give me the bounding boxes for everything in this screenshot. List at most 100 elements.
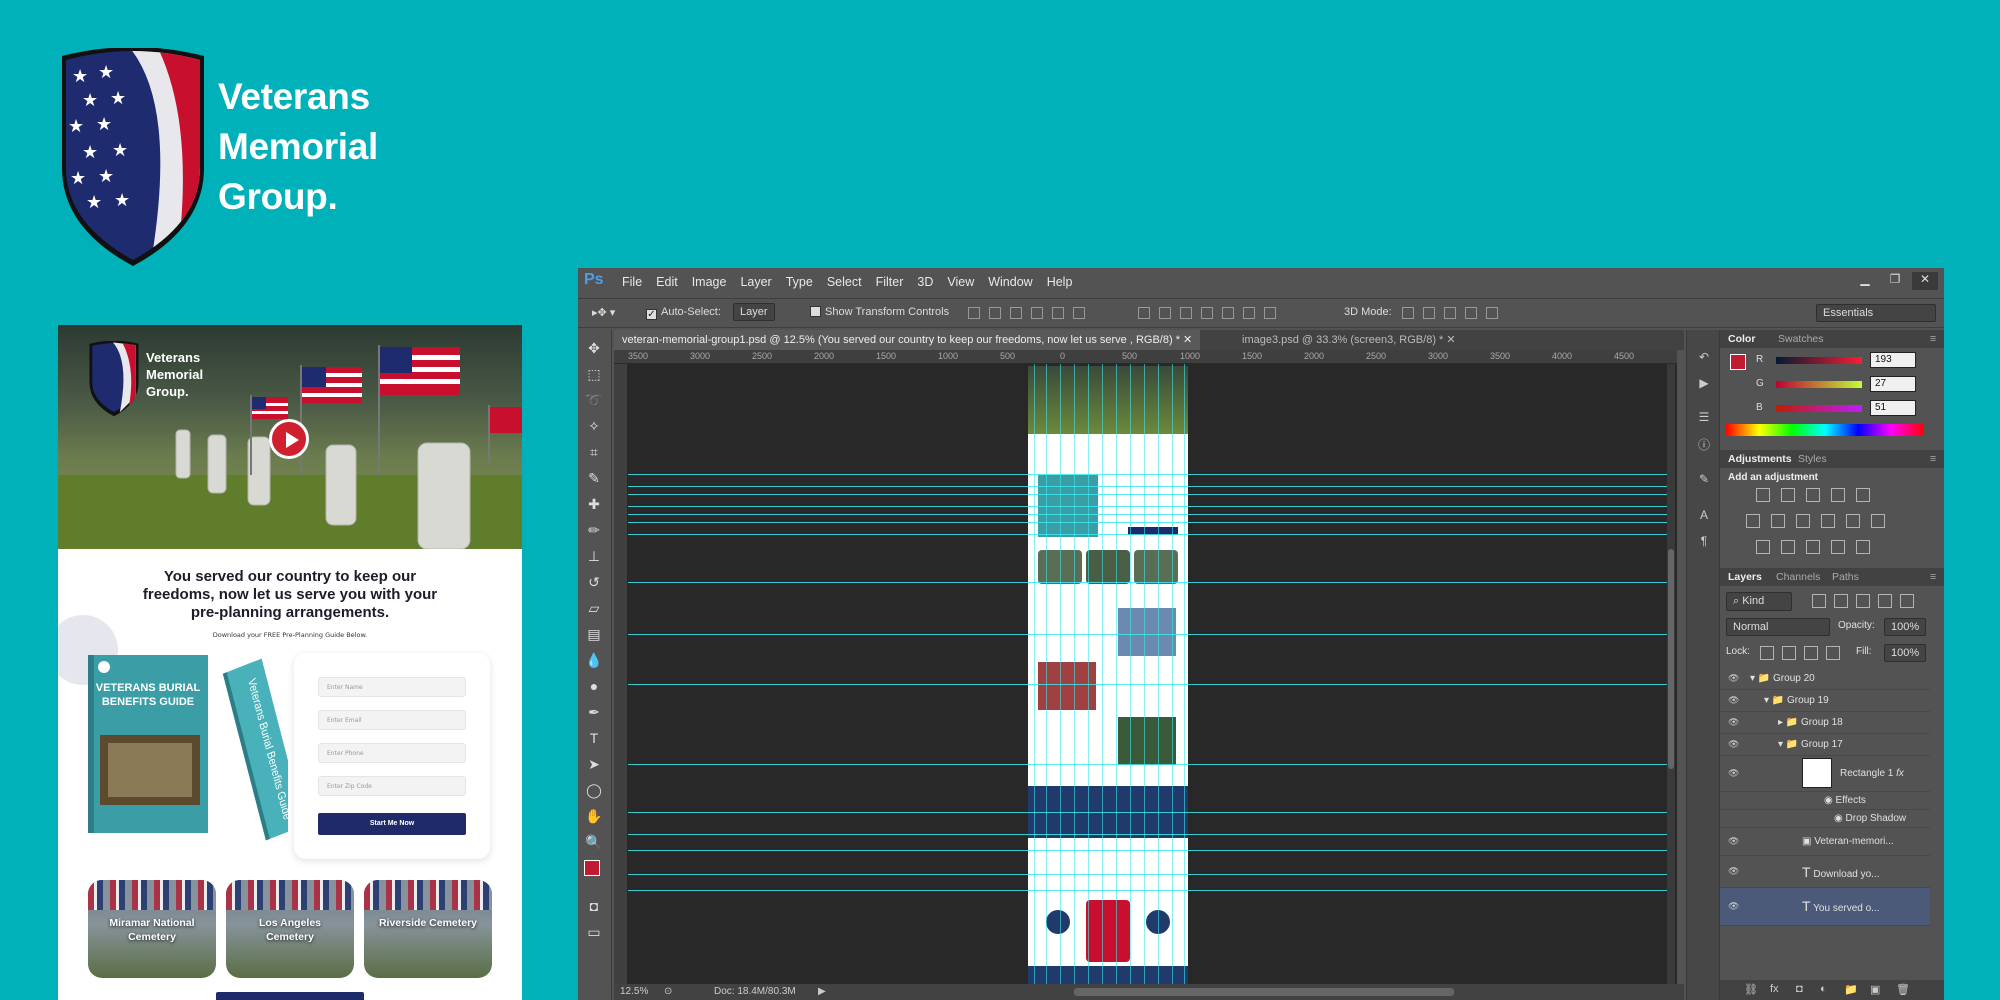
align-bottom-icon[interactable] — [1010, 307, 1022, 319]
align-top-icon[interactable] — [968, 307, 980, 319]
minimize-icon[interactable]: ▁ — [1852, 272, 1878, 290]
blur-tool-icon[interactable]: 💧 — [584, 650, 604, 670]
distribute-hcenter-icon[interactable] — [1222, 307, 1234, 319]
move-tool-icon[interactable]: ▸✥ ▾ — [592, 306, 615, 319]
magic-wand-tool-icon[interactable]: ✧ — [584, 416, 604, 436]
link-layers-icon[interactable]: ⛓ — [1744, 983, 1758, 996]
new-group-icon[interactable]: 📁 — [1844, 983, 1858, 996]
filter-pixel-icon[interactable] — [1812, 594, 1826, 608]
filter-smart-object-icon[interactable] — [1900, 594, 1914, 608]
distribute-top-icon[interactable] — [1138, 307, 1150, 319]
menu-type[interactable]: Type — [786, 275, 813, 289]
play-video-button[interactable] — [269, 419, 309, 459]
cemetery-card-riverside[interactable]: Riverside Cemetery — [364, 880, 492, 978]
fill-field[interactable]: 100% — [1884, 644, 1927, 662]
paragraph-panel-icon[interactable]: ¶ — [1695, 534, 1713, 550]
align-vcenter-icon[interactable] — [989, 307, 1001, 319]
new-fill-layer-icon[interactable]: ◐ — [1820, 983, 1827, 995]
menu-view[interactable]: View — [947, 275, 974, 289]
scroll-thumb[interactable] — [1668, 549, 1674, 769]
zoom-level[interactable]: 12.5% — [620, 986, 648, 997]
panel-menu-icon[interactable]: ≡ — [1930, 453, 1936, 465]
align-icons[interactable] — [968, 307, 1085, 319]
layer-effects-row[interactable]: ◉ Effects — [1720, 792, 1930, 810]
healing-brush-tool-icon[interactable]: ✚ — [584, 494, 604, 514]
blue-value[interactable]: 51 — [1870, 400, 1916, 416]
screen-mode-icon[interactable]: ▭ — [584, 922, 604, 942]
layer-row-group-19[interactable]: 👁 ▾ 📁 Group 19 — [1720, 690, 1930, 712]
info-panel-icon[interactable]: ⓘ — [1695, 436, 1713, 452]
ellipse-tool-icon[interactable]: ◯ — [584, 780, 604, 800]
color-spectrum[interactable] — [1726, 424, 1924, 436]
move-tool-icon[interactable]: ✥ — [584, 338, 604, 358]
tab-styles[interactable]: Styles — [1798, 453, 1827, 465]
black-white-icon[interactable] — [1796, 514, 1810, 528]
brush-panel-icon[interactable]: ✎ — [1695, 472, 1713, 488]
menu-edit[interactable]: Edit — [656, 275, 678, 289]
exposure-icon[interactable] — [1831, 488, 1845, 502]
hue-saturation-icon[interactable] — [1746, 514, 1760, 528]
visibility-eye-icon[interactable]: 👁 — [1728, 739, 1740, 749]
history-panel-icon[interactable]: ↶ — [1695, 350, 1713, 366]
name-field[interactable]: Enter Name — [318, 677, 466, 697]
opacity-field[interactable]: 100% — [1884, 618, 1927, 636]
3d-scale-icon[interactable] — [1486, 307, 1498, 319]
quick-mask-icon[interactable]: ◘ — [584, 896, 604, 916]
blue-slider[interactable]: B 51 — [1730, 400, 1936, 416]
panel-menu-icon[interactable]: ≡ — [1930, 571, 1936, 583]
distribute-vcenter-icon[interactable] — [1159, 307, 1171, 319]
3d-mode-icons[interactable] — [1402, 307, 1498, 319]
clone-stamp-tool-icon[interactable]: ⊥ — [584, 546, 604, 566]
levels-icon[interactable] — [1781, 488, 1795, 502]
workspace-dropdown[interactable]: Essentials — [1816, 304, 1936, 322]
zoom-tool-icon[interactable]: 🔍 — [584, 832, 604, 852]
green-value[interactable]: 27 — [1870, 376, 1916, 392]
dodge-tool-icon[interactable]: ● — [584, 676, 604, 696]
type-tool-icon[interactable]: T — [584, 728, 604, 748]
menu-filter[interactable]: Filter — [876, 275, 904, 289]
auto-align-icon[interactable] — [1264, 307, 1276, 319]
brightness-icon[interactable] — [1756, 488, 1770, 502]
add-style-icon[interactable]: fx — [1770, 983, 1779, 995]
green-track[interactable] — [1776, 381, 1862, 388]
visibility-eye-icon[interactable]: 👁 — [1728, 901, 1740, 911]
posterize-icon[interactable] — [1781, 540, 1795, 554]
visibility-eye-icon[interactable]: 👁 — [1728, 768, 1740, 778]
foreground-color-swatch[interactable] — [584, 860, 600, 876]
align-left-icon[interactable] — [1031, 307, 1043, 319]
delete-layer-icon[interactable]: 🗑 — [1896, 983, 1910, 996]
layer-row-download-text[interactable]: 👁 T Download yo... — [1720, 856, 1930, 888]
blend-mode-dropdown[interactable]: Normal — [1726, 618, 1830, 636]
cemetery-card-los-angeles[interactable]: Los Angeles Cemetery — [226, 880, 354, 978]
phone-field[interactable]: Enter Phone — [318, 743, 466, 763]
menu-3d[interactable]: 3D — [917, 275, 933, 289]
visibility-eye-icon[interactable]: 👁 — [1728, 717, 1740, 727]
hand-tool-icon[interactable]: ✋ — [584, 806, 604, 826]
tab-channels[interactable]: Channels — [1776, 571, 1820, 583]
document-canvas[interactable]: 3500 3000 2500 2000 1500 1000 500 0 500 … — [614, 350, 1677, 984]
horizontal-scrollbar[interactable] — [1074, 988, 1454, 996]
menu-file[interactable]: File — [622, 275, 642, 289]
lock-transparent-icon[interactable] — [1760, 646, 1774, 660]
lock-position-icon[interactable] — [1804, 646, 1818, 660]
menu-window[interactable]: Window — [988, 275, 1032, 289]
layer-row-veteran-memorial[interactable]: 👁 ▣ Veteran-memori... — [1720, 828, 1930, 856]
close-icon[interactable]: ✕ — [1912, 272, 1938, 290]
tab-layers[interactable]: Layers — [1728, 571, 1762, 583]
tab-color[interactable]: Color — [1728, 333, 1755, 345]
3d-rotate-icon[interactable] — [1402, 307, 1414, 319]
menu-image[interactable]: Image — [692, 275, 727, 289]
lock-pixels-icon[interactable] — [1782, 646, 1796, 660]
brush-tool-icon[interactable]: ✏ — [584, 520, 604, 540]
close-tab-icon[interactable]: ✕ — [1446, 334, 1455, 346]
close-tab-icon[interactable]: ✕ — [1183, 334, 1192, 346]
document-artboard[interactable] — [1028, 366, 1188, 984]
threshold-icon[interactable] — [1806, 540, 1820, 554]
filter-type-icon[interactable] — [1856, 594, 1870, 608]
layer-kind-filter[interactable]: ⌕ Kind — [1726, 592, 1792, 611]
visibility-eye-icon[interactable]: 👁 — [1728, 836, 1740, 846]
distribute-left-icon[interactable] — [1201, 307, 1213, 319]
vertical-scrollbar[interactable] — [1667, 364, 1675, 984]
align-hcenter-icon[interactable] — [1052, 307, 1064, 319]
menu-help[interactable]: Help — [1047, 275, 1073, 289]
